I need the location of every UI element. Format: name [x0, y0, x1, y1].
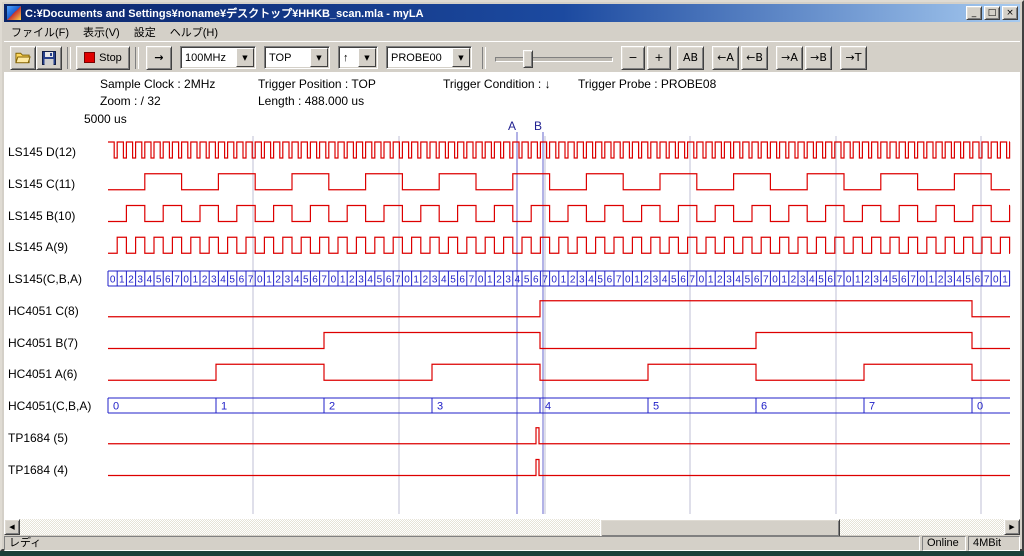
info-trigger-position: Trigger Position : TOP [258, 77, 376, 91]
toolbar-separator [482, 47, 486, 69]
goto-b-right-button[interactable]: →B [805, 46, 832, 70]
toolbar-separator [135, 47, 139, 69]
toolbar-separator [67, 47, 71, 69]
minimize-button[interactable]: _ [966, 6, 982, 20]
goto-a-right-button[interactable]: →A [776, 46, 803, 70]
goto-trigger-button[interactable]: →T [840, 46, 867, 70]
trigger-probe-select[interactable]: PROBE00 ▼ [386, 46, 472, 69]
status-memory: 4MBit [968, 536, 1020, 551]
window-title: C:¥Documents and Settings¥noname¥デスクトップ¥… [25, 5, 966, 21]
close-button[interactable]: × [1002, 6, 1018, 20]
toolbar: Stop → 100MHz ▼ TOP ▼ ↑ ▼ PROBE00 ▼ − + … [4, 41, 1020, 73]
info-trigger-probe: Trigger Probe : PROBE08 [578, 77, 716, 91]
chevron-down-icon[interactable]: ▼ [358, 48, 376, 67]
status-online: Online [922, 536, 966, 551]
zoom-slider-handle[interactable] [523, 50, 533, 68]
menu-bar: ファイル(F) 表示(V) 設定 ヘルプ(H) [4, 22, 1020, 41]
sample-clock-value: 100MHz [181, 52, 235, 64]
desktop: { "window": { "title": "C:¥Documents and… [0, 0, 1024, 556]
stop-icon [84, 52, 95, 63]
goto-b-left-button[interactable]: ←B [741, 46, 768, 70]
horizontal-scrollbar: ◀ ▶ [4, 519, 1020, 535]
scroll-right-button[interactable]: ▶ [1004, 519, 1020, 535]
status-bar: レディ Online 4MBit [4, 536, 1020, 551]
chevron-down-icon[interactable]: ▼ [452, 48, 470, 67]
stop-label: Stop [99, 52, 122, 64]
trigger-position-value: TOP [265, 52, 309, 64]
maximize-button[interactable]: □ [984, 6, 1000, 20]
menu-file[interactable]: ファイル(F) [4, 22, 76, 42]
trigger-edge-select[interactable]: ↑ ▼ [338, 46, 378, 69]
menu-help[interactable]: ヘルプ(H) [163, 22, 225, 42]
info-length: Length : 488.000 us [258, 94, 364, 108]
info-trigger-condition: Trigger Condition : ↓ [443, 77, 551, 91]
time-axis-label: 5000 us [84, 112, 127, 126]
open-folder-icon [15, 51, 31, 64]
trigger-probe-value: PROBE00 [387, 52, 451, 64]
sample-clock-select[interactable]: 100MHz ▼ [180, 46, 256, 69]
info-zoom: Zoom : / 32 [100, 94, 161, 108]
chevron-down-icon[interactable]: ▼ [310, 48, 328, 67]
chevron-down-icon[interactable]: ▼ [236, 48, 254, 67]
zoom-in-button[interactable]: + [647, 46, 671, 70]
zoom-slider[interactable] [495, 47, 613, 69]
scroll-left-button[interactable]: ◀ [4, 519, 20, 535]
goto-a-left-button[interactable]: ←A [712, 46, 739, 70]
ab-range-button[interactable]: AB [677, 46, 704, 70]
app-icon [6, 5, 22, 21]
waveform-panel [4, 72, 1020, 519]
menu-settings[interactable]: 設定 [127, 22, 163, 42]
zoom-out-button[interactable]: − [621, 46, 645, 70]
scrollbar-track[interactable] [20, 519, 1004, 535]
menu-view[interactable]: 表示(V) [76, 22, 127, 42]
window-controls: _ □ × [966, 6, 1018, 20]
title-bar: C:¥Documents and Settings¥noname¥デスクトップ¥… [4, 4, 1020, 22]
trigger-edge-value: ↑ [339, 52, 357, 64]
trigger-position-select[interactable]: TOP ▼ [264, 46, 330, 69]
stop-button[interactable]: Stop [76, 46, 130, 70]
zoom-slider-track[interactable] [495, 57, 613, 62]
save-button[interactable] [36, 46, 62, 70]
scrollbar-thumb[interactable] [600, 519, 840, 537]
open-button[interactable] [10, 46, 36, 70]
status-ready: レディ [4, 536, 920, 551]
floppy-disk-icon [42, 51, 56, 65]
info-sample-clock: Sample Clock : 2MHz [100, 77, 215, 91]
run-button[interactable]: → [146, 46, 172, 70]
